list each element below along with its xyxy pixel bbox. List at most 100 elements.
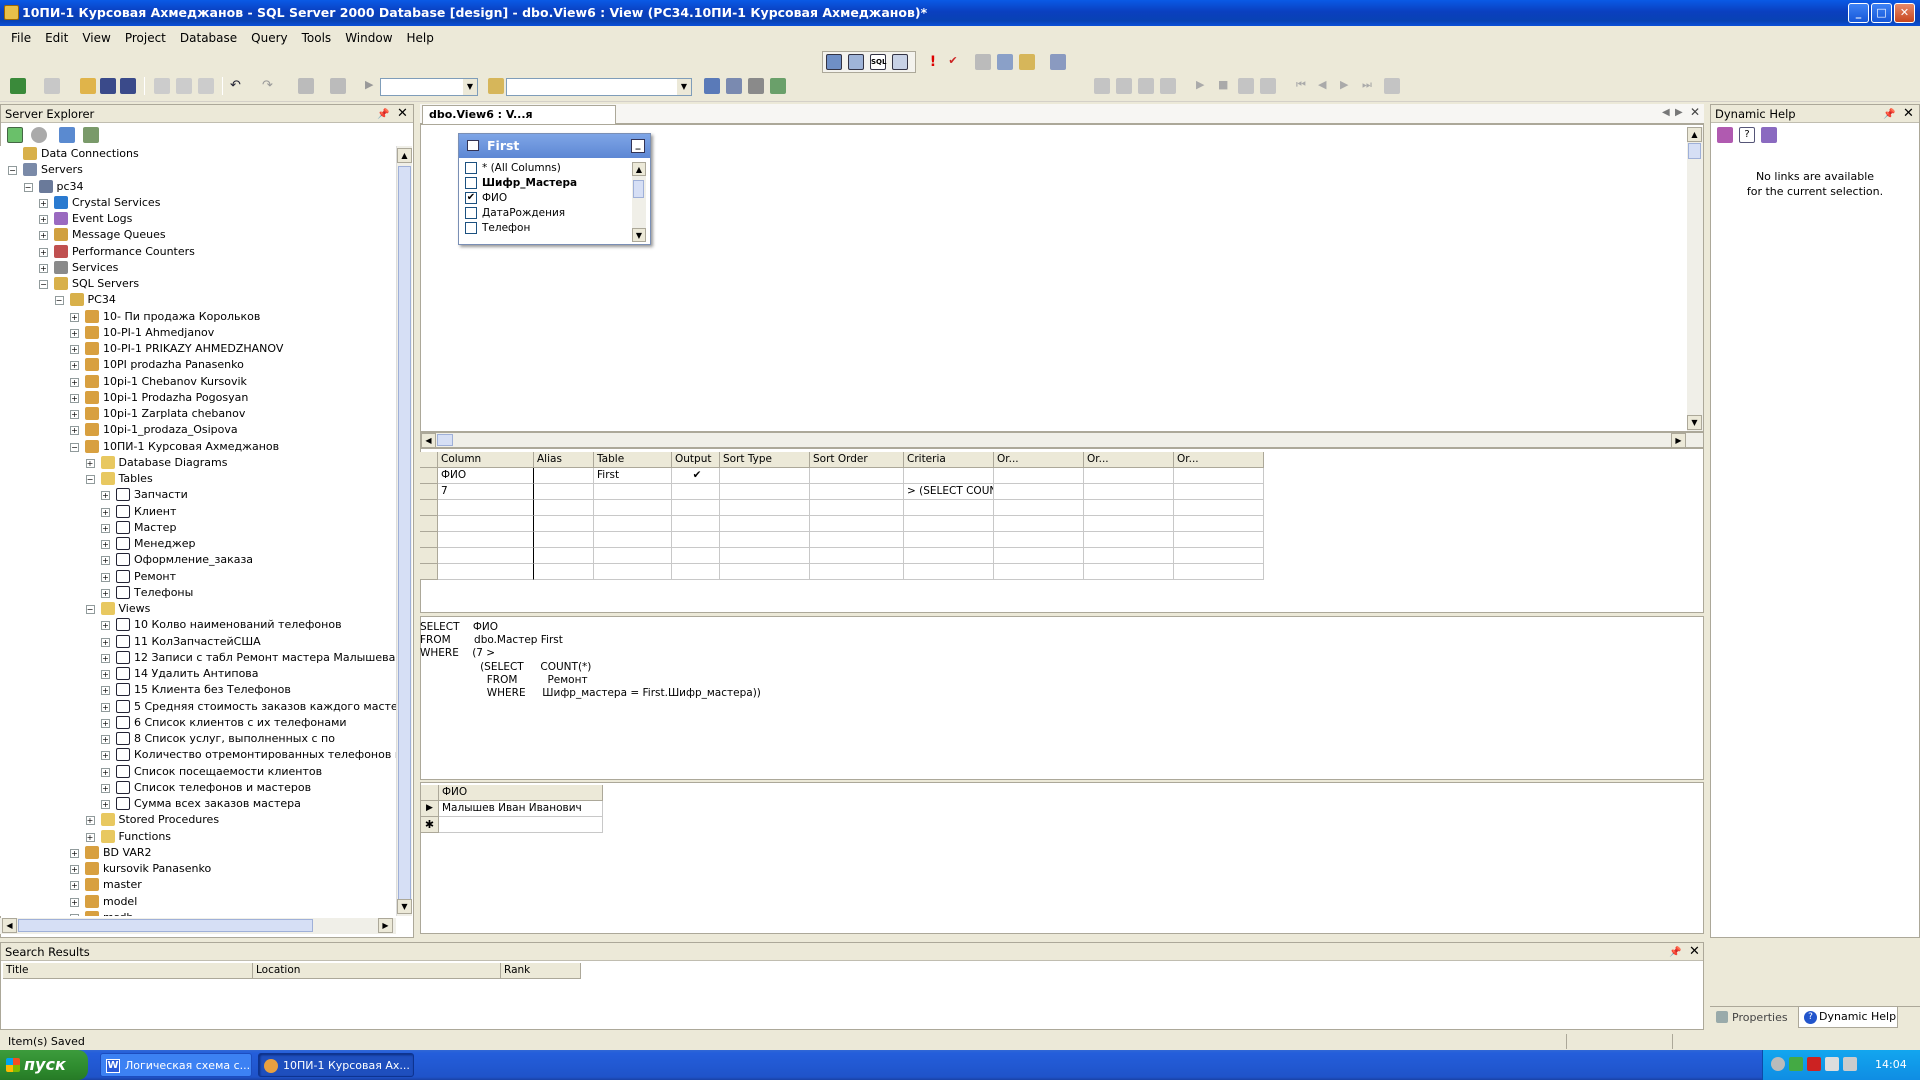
grid-cell[interactable] xyxy=(594,500,672,516)
expand-icon[interactable]: + xyxy=(39,263,48,273)
grid-cell[interactable] xyxy=(672,548,720,564)
add-item-icon[interactable] xyxy=(44,78,60,94)
grid-header-cell[interactable]: Criteria xyxy=(904,452,994,468)
expand-icon[interactable]: + xyxy=(101,783,110,793)
expand-icon[interactable]: + xyxy=(70,913,79,916)
expand-icon[interactable]: + xyxy=(101,523,110,533)
grid-row-header[interactable] xyxy=(420,532,438,548)
scroll-thumb[interactable] xyxy=(437,434,453,446)
grid-cell[interactable] xyxy=(438,548,534,564)
play-icon[interactable]: ▶ xyxy=(1196,78,1212,94)
grid-header-cell[interactable]: Table xyxy=(594,452,672,468)
tree-node[interactable]: +6 Список клиентов с их телефонами xyxy=(0,715,396,731)
tree-node[interactable]: + Ремонт xyxy=(0,569,396,585)
tree-vertical-scrollbar[interactable]: ▲ ▼ xyxy=(396,146,412,916)
grid-cell[interactable] xyxy=(904,532,994,548)
expand-icon[interactable]: + xyxy=(70,377,79,387)
grid-cell[interactable] xyxy=(994,548,1084,564)
collapse-icon[interactable]: − xyxy=(70,442,79,452)
table-column-row[interactable]: * (All Columns) xyxy=(465,161,561,176)
scroll-up-icon[interactable]: ▲ xyxy=(397,148,412,163)
tray-icon[interactable] xyxy=(1771,1057,1785,1071)
grid-cell[interactable] xyxy=(672,532,720,548)
grid-cell[interactable] xyxy=(594,564,672,580)
scroll-up-icon[interactable]: ▲ xyxy=(1687,127,1702,142)
tree-node[interactable]: + model xyxy=(0,894,396,910)
grid-cell[interactable] xyxy=(994,468,1084,484)
navigate-back-icon[interactable] xyxy=(298,78,314,94)
tree-node[interactable]: − Tables xyxy=(0,471,396,487)
grid-cell[interactable] xyxy=(534,532,594,548)
pin-icon[interactable]: 📌 xyxy=(1883,106,1895,124)
grid-cell[interactable] xyxy=(720,468,810,484)
show-grid-pane-icon[interactable] xyxy=(848,54,864,70)
scroll-down-icon[interactable]: ▼ xyxy=(1687,415,1702,430)
grid-cell[interactable] xyxy=(810,564,904,580)
expand-icon[interactable]: + xyxy=(39,247,48,257)
grid-cell[interactable] xyxy=(1084,468,1174,484)
grid-cell[interactable] xyxy=(1084,484,1174,500)
expand-icon[interactable]: + xyxy=(101,540,110,549)
grid-cell[interactable] xyxy=(438,532,534,548)
grid-cell[interactable] xyxy=(720,500,810,516)
find-combo[interactable]: ▼ xyxy=(506,78,692,96)
grid-cell[interactable] xyxy=(1174,532,1264,548)
verify-sql-icon[interactable]: ✔ xyxy=(945,54,961,70)
grid-cell[interactable] xyxy=(1174,484,1264,500)
tree-node[interactable]: +10pi-1 Zarplata chebanov xyxy=(0,406,396,422)
tree-node[interactable]: +10- Пи продажа Корольков xyxy=(0,309,396,325)
grid-cell[interactable] xyxy=(810,500,904,516)
menu-file[interactable]: File xyxy=(4,31,38,45)
menu-edit[interactable]: Edit xyxy=(38,31,75,45)
grid-cell[interactable] xyxy=(994,484,1084,500)
grid-cell[interactable] xyxy=(994,500,1084,516)
grid-cell[interactable] xyxy=(534,516,594,532)
tree-node[interactable]: +10-PI-1 PRIKAZY AHMEDZHANOV xyxy=(0,341,396,357)
tree-node[interactable]: +15 Клиента без Телефонов xyxy=(0,682,396,698)
sql-line[interactable]: SELECT ФИО xyxy=(420,621,498,634)
grid-cell[interactable] xyxy=(720,484,810,500)
find-icon[interactable] xyxy=(488,78,504,94)
sql-line[interactable]: WHERE (7 > xyxy=(420,647,495,660)
change-type-icon[interactable] xyxy=(1050,54,1066,70)
grid-cell[interactable] xyxy=(994,564,1084,580)
scroll-thumb[interactable] xyxy=(398,166,411,901)
collapse-icon[interactable]: − xyxy=(85,605,95,614)
connect-server-icon[interactable] xyxy=(83,127,99,143)
expand-icon[interactable]: + xyxy=(70,897,79,907)
search-column-rank[interactable]: Rank xyxy=(501,963,581,979)
network-icon[interactable] xyxy=(1789,1057,1803,1071)
window-title-bar[interactable]: 10ПИ-1 Курсовая Ахмеджанов - SQL Server … xyxy=(0,0,1920,26)
grid-cell[interactable] xyxy=(1084,532,1174,548)
collapse-icon[interactable]: − xyxy=(8,166,17,176)
grid-cell[interactable] xyxy=(810,532,904,548)
sql-line[interactable]: FROM Ремонт xyxy=(420,674,588,687)
expand-icon[interactable]: + xyxy=(101,735,110,744)
grid-cell[interactable] xyxy=(904,564,994,580)
expand-icon[interactable]: + xyxy=(101,621,110,631)
minimize-button[interactable]: _ xyxy=(1848,3,1869,23)
diagram-horizontal-scrollbar[interactable]: ◀ ▶ xyxy=(420,432,1704,448)
results-pane[interactable]: ФИО ▶ Малышев Иван Иванович ✱ xyxy=(420,782,1704,934)
grid-cell[interactable] xyxy=(438,516,534,532)
grid-cell[interactable]: ФИО xyxy=(438,468,534,484)
save-icon[interactable] xyxy=(100,78,116,94)
grid-cell[interactable] xyxy=(1084,564,1174,580)
previous-record-icon[interactable]: ◀ xyxy=(1318,78,1334,94)
taskbar-item-word[interactable]: W Логическая схема с... xyxy=(100,1053,252,1077)
pin-icon[interactable]: 📌 xyxy=(1669,944,1681,962)
paste-icon[interactable] xyxy=(198,78,214,94)
scroll-thumb[interactable] xyxy=(633,180,644,198)
grid-row-header[interactable] xyxy=(420,516,438,532)
grid-cell[interactable] xyxy=(994,516,1084,532)
grid-cell[interactable] xyxy=(594,532,672,548)
expand-icon[interactable]: + xyxy=(101,507,110,517)
class-view-icon[interactable] xyxy=(770,78,786,94)
column-checkbox[interactable] xyxy=(465,207,477,219)
toolbar-disabled-icon[interactable] xyxy=(1116,78,1132,94)
grid-cell[interactable] xyxy=(904,516,994,532)
expand-icon[interactable]: + xyxy=(39,231,48,241)
tree-node[interactable]: +10pi-1 Prodazha Pogosyan xyxy=(0,390,396,406)
column-list-scrollbar[interactable]: ▲ ▼ xyxy=(632,162,646,242)
tree-node[interactable]: + Список посещаемости клиентов xyxy=(0,764,396,780)
